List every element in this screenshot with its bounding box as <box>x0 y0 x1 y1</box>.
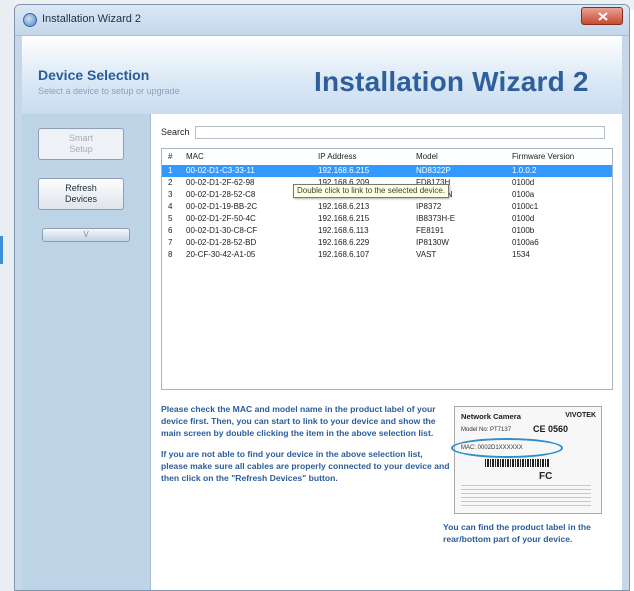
smart-setup-label-line1: Smart <box>68 133 93 143</box>
label-model: Model No: PT7137 <box>461 427 512 433</box>
column-header-number[interactable]: # <box>168 151 182 163</box>
search-input[interactable] <box>195 126 605 139</box>
column-header-firmware[interactable]: Firmware Version <box>512 151 608 163</box>
page-title: Device Selection <box>38 67 150 83</box>
label-ce: CE 0560 <box>533 424 569 434</box>
smart-setup-button[interactable]: Smart Setup <box>38 128 124 160</box>
row-firmware: 0100b <box>512 226 535 235</box>
page-subtitle: Select a device to setup or upgrade <box>38 86 180 96</box>
row-mac: 00-02-D1-2F-62-98 <box>186 178 255 187</box>
row-firmware: 1.0.0.2 <box>512 166 537 175</box>
label-caption: You can find the product label in the re… <box>443 522 591 544</box>
row-mac: 00-02-D1-C3-33-11 <box>186 166 255 175</box>
row-mac: 20-CF-30-42-A1-05 <box>186 250 256 259</box>
barcode-icon <box>485 459 549 467</box>
installation-wizard-window: Installation Wizard 2 Device Selection S… <box>14 4 630 591</box>
table-header: # MAC IP Address Model Firmware Version <box>162 151 612 163</box>
row-firmware: 0100a6 <box>512 238 539 247</box>
row-model: ND8322P <box>416 166 451 175</box>
label-brand: VIVOTEK <box>565 412 596 419</box>
row-number: 7 <box>168 238 173 247</box>
row-model: FE8191 <box>416 226 445 235</box>
refresh-devices-button[interactable]: Refresh Devices <box>38 178 124 210</box>
table-row[interactable]: 1 00-02-D1-C3-33-11 192.168.6.215 ND8322P 1.… <box>162 165 612 177</box>
client-area: Device Selection Select a device to setu… <box>22 36 622 590</box>
row-firmware: 0100d <box>512 178 535 187</box>
row-number: 4 <box>168 202 173 211</box>
table-row[interactable]: 6 00-02-D1-30-C8-CF 192.168.6.113 FE8191 010… <box>162 225 612 237</box>
label-title: Network Camera <box>461 412 521 421</box>
row-model: IB8373H-E <box>416 214 456 223</box>
row-firmware: 0100a <box>512 190 535 199</box>
desktop-left-strip <box>0 0 14 591</box>
title-bar[interactable]: Installation Wizard 2 <box>15 5 629 36</box>
instructions-paragraph-1: Please check the MAC and model name in t… <box>161 404 436 438</box>
desktop-scroll-indicator <box>0 236 3 264</box>
search-row: Search <box>151 114 622 142</box>
smart-setup-label-line2: Setup <box>69 144 93 154</box>
header-banner: Device Selection Select a device to setu… <box>22 36 622 114</box>
small-action-button[interactable]: V <box>42 228 130 242</box>
row-number: 8 <box>168 250 173 259</box>
row-ip: 192.168.6.229 <box>318 238 370 247</box>
row-ip: 192.168.6.107 <box>318 250 370 259</box>
column-header-mac[interactable]: MAC <box>186 151 304 163</box>
row-mac: 00-02-D1-28-52-C8 <box>186 190 256 199</box>
app-icon <box>23 13 37 27</box>
row-model: IP8130W <box>416 238 449 247</box>
column-header-model[interactable]: Model <box>416 151 496 163</box>
row-firmware: 0100c1 <box>512 202 539 211</box>
close-button[interactable] <box>581 7 623 25</box>
row-mac: 00-02-D1-30-C8-CF <box>186 226 258 235</box>
table-row[interactable]: 4 00-02-D1-19-BB-2C 192.168.6.213 IP8372 010… <box>162 201 612 213</box>
row-ip: 192.168.6.215 <box>318 166 370 175</box>
refresh-label-line2: Devices <box>64 194 97 204</box>
row-mac: 00-02-D1-19-BB-2C <box>186 202 258 211</box>
window-title: Installation Wizard 2 <box>42 13 142 25</box>
row-model: VAST <box>416 250 437 259</box>
row-number: 6 <box>168 226 173 235</box>
row-mac: 00-02-D1-28-52-BD <box>186 238 257 247</box>
row-firmware: 1534 <box>512 250 530 259</box>
row-number: 1 <box>168 166 173 175</box>
sidebar: Smart Setup Refresh Devices V <box>22 114 151 590</box>
close-icon <box>598 12 608 21</box>
row-number: 5 <box>168 214 173 223</box>
label-fc: FC <box>539 471 553 482</box>
table-row[interactable]: 8 20-CF-30-42-A1-05 192.168.6.107 VAST 1534 <box>162 249 612 261</box>
search-label: Search <box>161 127 190 137</box>
brand-title: Installation Wizard 2 <box>314 66 589 97</box>
table-row[interactable]: 7 00-02-D1-28-52-BD 192.168.6.229 IP8130W 01… <box>162 237 612 249</box>
row-ip: 192.168.6.215 <box>318 214 370 223</box>
mac-highlight-ellipse <box>451 438 563 458</box>
table-row[interactable]: 5 00-02-D1-2F-50-4C 192.168.6.215 IB8373H-E… <box>162 213 612 225</box>
row-firmware: 0100d <box>512 214 535 223</box>
row-ip: 192.168.6.213 <box>318 202 370 211</box>
instructions: Please check the MAC and model name in t… <box>161 404 451 495</box>
column-header-ip[interactable]: IP Address <box>318 151 406 163</box>
main-content: Search # MAC IP Address Model Firmware V… <box>151 114 622 590</box>
row-ip: 192.168.6.113 <box>318 226 369 235</box>
row-model: IP8372 <box>416 202 442 211</box>
row-mac: 00-02-D1-2F-50-4C <box>186 214 256 223</box>
instructions-paragraph-2: If you are not able to find your device … <box>161 449 450 483</box>
row-number: 3 <box>168 190 173 199</box>
product-label-image: Network Camera VIVOTEK Model No: PT7137 … <box>451 406 602 514</box>
label-fineprint <box>461 485 591 509</box>
refresh-label-line1: Refresh <box>65 183 97 193</box>
row-number: 2 <box>168 178 173 187</box>
tooltip: Double click to link to the selected dev… <box>293 184 450 198</box>
